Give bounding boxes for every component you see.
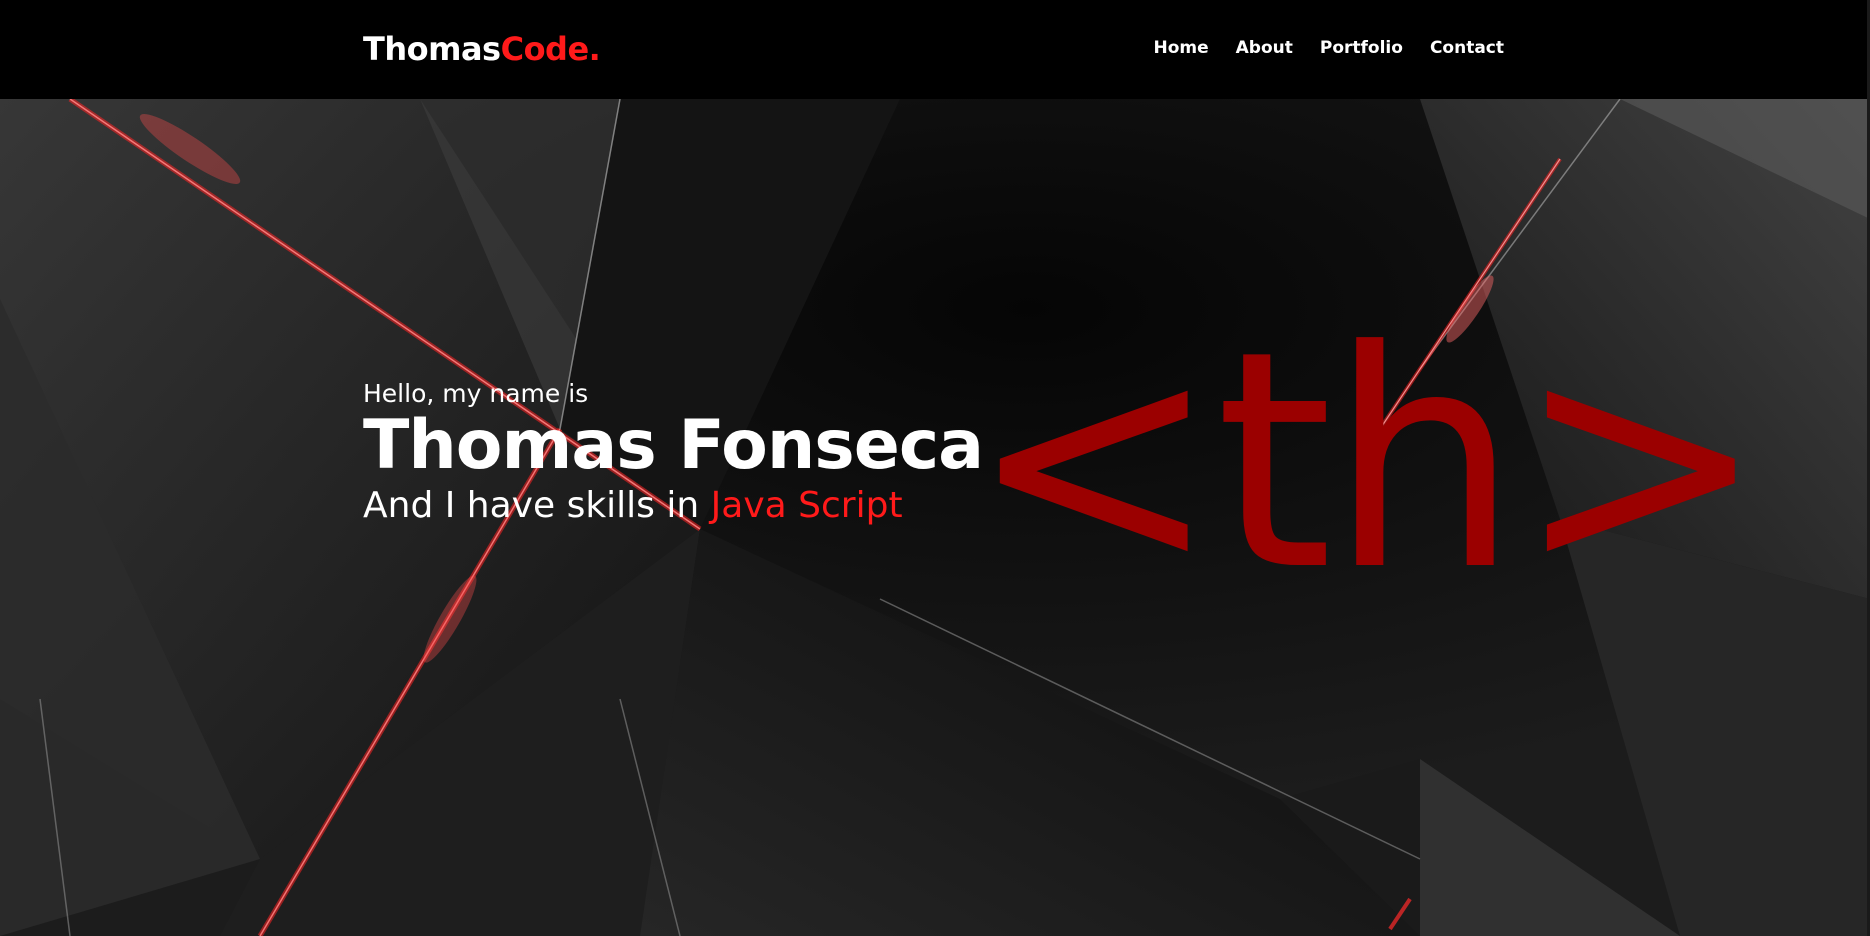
nav-item-home[interactable]: Home: [1153, 38, 1208, 58]
brand-accent: Code.: [500, 30, 601, 68]
skills-highlight: Java Script: [710, 485, 903, 527]
main-nav: Home About Portfolio Contact: [1153, 38, 1504, 58]
brand-logo[interactable]: ThomasCode.: [363, 30, 601, 68]
hero-name: Thomas Fonseca: [363, 406, 984, 485]
nav-item-contact[interactable]: Contact: [1430, 38, 1504, 58]
hero-section: <th> Hello, my name is Thomas Fonseca An…: [0, 99, 1870, 936]
nav-item-portfolio[interactable]: Portfolio: [1320, 38, 1403, 58]
hero-greeting: Hello, my name is: [363, 379, 589, 408]
navbar: ThomasCode. Home About Portfolio Contact: [0, 0, 1870, 99]
nav-item-about[interactable]: About: [1236, 38, 1293, 58]
hero-skills: And I have skills in Java Script: [363, 485, 983, 526]
brand-name: Thomas: [363, 30, 501, 68]
code-logo-mark: <th>: [968, 287, 1766, 636]
skills-prefix: And I have skills in: [363, 485, 700, 527]
hero-text: Hello, my name is Thomas Fonseca And I h…: [363, 379, 984, 526]
